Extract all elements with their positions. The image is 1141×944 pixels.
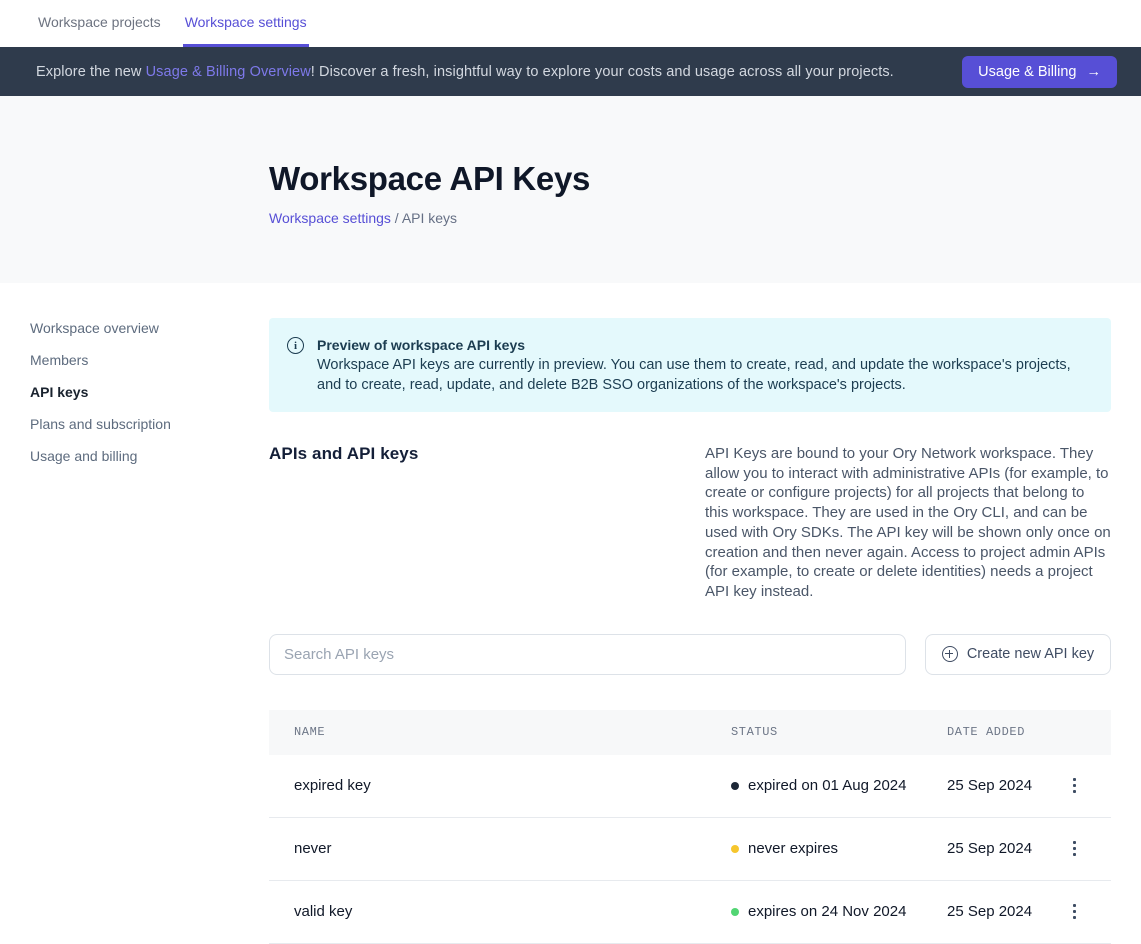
status-text: expires on 24 Nov 2024 [748, 903, 906, 920]
api-keys-toolbar: Create new API key [269, 634, 1111, 675]
column-header-name: NAME [294, 725, 731, 739]
table-row: expired key expired on 01 Aug 2024 25 Se… [269, 755, 1111, 818]
banner-text-before: Explore the new [36, 64, 146, 80]
tab-workspace-settings[interactable]: Workspace settings [183, 0, 309, 47]
sidebar-item-api-keys[interactable]: API keys [30, 384, 269, 400]
section-description: API Keys are bound to your Ory Network w… [705, 444, 1111, 602]
page-title: Workspace API Keys [269, 160, 1111, 198]
plus-circle-icon [942, 646, 958, 662]
main-panel: i Preview of workspace API keys Workspac… [269, 283, 1111, 944]
api-key-date-added: 25 Sep 2024 [947, 903, 1062, 920]
table-header-row: NAME STATUS DATE ADDED [269, 710, 1111, 755]
row-actions-menu-icon[interactable] [1062, 837, 1086, 861]
api-key-name: never [294, 840, 731, 857]
create-api-key-label: Create new API key [967, 646, 1094, 662]
banner-text-after: ! Discover a fresh, insightful way to ex… [311, 64, 894, 80]
breadcrumb-current: API keys [402, 210, 457, 226]
sidebar-item-members[interactable]: Members [30, 352, 269, 368]
status-dot-icon [731, 782, 739, 790]
preview-callout-content: Preview of workspace API keys Workspace … [317, 335, 1087, 395]
api-key-status: expired on 01 Aug 2024 [731, 777, 947, 794]
sidebar-item-workspace-overview[interactable]: Workspace overview [30, 320, 269, 336]
info-icon: i [287, 337, 304, 354]
section-heading: APIs and API keys [269, 444, 418, 602]
settings-sidebar: Workspace overview Members API keys Plan… [30, 283, 269, 944]
breadcrumb-workspace-settings[interactable]: Workspace settings [269, 210, 391, 226]
search-input[interactable] [269, 634, 906, 675]
api-keys-table: NAME STATUS DATE ADDED expired key expir… [269, 710, 1111, 944]
api-key-date-added: 25 Sep 2024 [947, 840, 1062, 857]
column-header-status: STATUS [731, 725, 947, 739]
top-navigation: Workspace projects Workspace settings [0, 0, 1141, 47]
usage-billing-button[interactable]: Usage & Billing → [962, 56, 1117, 88]
sidebar-item-usage-billing[interactable]: Usage and billing [30, 448, 269, 464]
breadcrumb: Workspace settings / API keys [269, 210, 1111, 226]
arrow-right-icon: → [1087, 64, 1102, 80]
sidebar-item-plans-subscription[interactable]: Plans and subscription [30, 416, 269, 432]
content-area: Workspace overview Members API keys Plan… [0, 283, 1141, 944]
row-actions-menu-icon[interactable] [1062, 900, 1086, 924]
create-api-key-button[interactable]: Create new API key [925, 634, 1111, 675]
api-key-name: expired key [294, 777, 731, 794]
api-key-name: valid key [294, 903, 731, 920]
banner-message: Explore the new Usage & Billing Overview… [36, 64, 894, 80]
usage-billing-button-label: Usage & Billing [978, 64, 1076, 80]
status-text: expired on 01 Aug 2024 [748, 777, 906, 794]
api-key-status: never expires [731, 840, 947, 857]
table-row: never never expires 25 Sep 2024 [269, 818, 1111, 881]
api-key-date-added: 25 Sep 2024 [947, 777, 1062, 794]
api-key-status: expires on 24 Nov 2024 [731, 903, 947, 920]
tab-workspace-projects[interactable]: Workspace projects [36, 0, 163, 47]
breadcrumb-separator: / [391, 210, 402, 226]
preview-callout-body: Workspace API keys are currently in prev… [317, 355, 1087, 395]
page-header: Workspace API Keys Workspace settings / … [0, 96, 1141, 283]
announcement-banner: Explore the new Usage & Billing Overview… [0, 47, 1141, 96]
table-row: valid key expires on 24 Nov 2024 25 Sep … [269, 881, 1111, 944]
preview-callout: i Preview of workspace API keys Workspac… [269, 318, 1111, 412]
status-dot-icon [731, 845, 739, 853]
usage-billing-overview-link[interactable]: Usage & Billing Overview [146, 64, 311, 80]
preview-callout-title: Preview of workspace API keys [317, 335, 1087, 355]
apis-section: APIs and API keys API Keys are bound to … [269, 444, 1111, 602]
column-header-date-added: DATE ADDED [947, 725, 1062, 739]
row-actions-menu-icon[interactable] [1062, 774, 1086, 798]
status-dot-icon [731, 908, 739, 916]
status-text: never expires [748, 840, 838, 857]
